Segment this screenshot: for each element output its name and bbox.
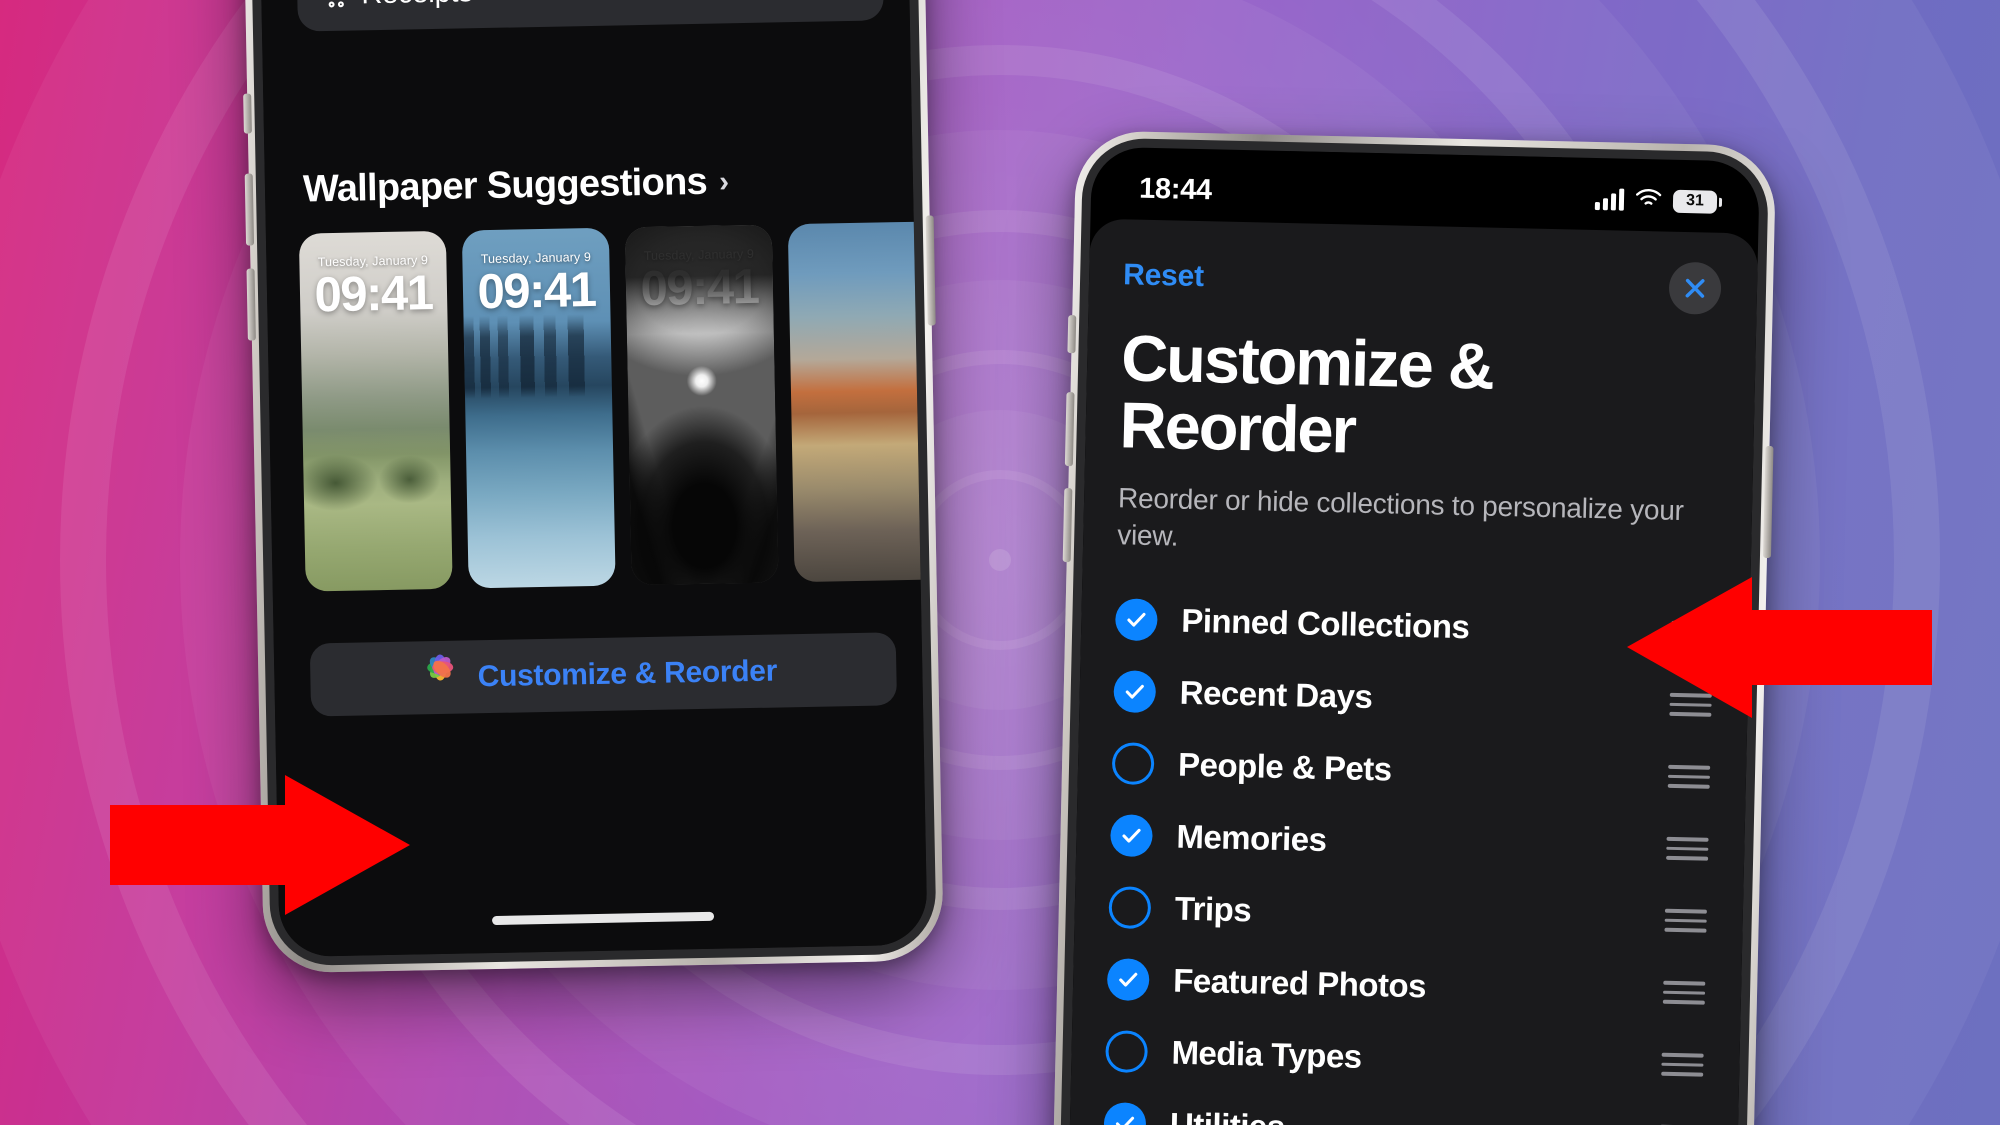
wallpaper-card[interactable]: Tuesday, January 9 09:41 (461, 227, 616, 589)
reset-button[interactable]: Reset (1123, 258, 1204, 294)
wallpaper-time: 09:41 (477, 262, 596, 320)
list-item-label: Utilities (1170, 1106, 1661, 1125)
mute-switch[interactable] (1067, 315, 1077, 354)
volume-down-button[interactable] (246, 268, 256, 341)
close-icon (1682, 275, 1709, 302)
list-item-label: Memories (1176, 818, 1327, 859)
customize-button-label: Customize & Reorder (477, 654, 778, 693)
wallpaper-suggestions-carousel[interactable]: Tuesday, January 9 09:41 Tuesday, Januar… (298, 221, 928, 592)
drag-handle-icon[interactable] (1664, 908, 1707, 933)
drag-handle-icon[interactable] (1661, 1052, 1704, 1077)
customize-and-reorder-button[interactable]: Customize & Reorder (309, 632, 898, 717)
wifi-icon (1635, 187, 1663, 213)
wallpaper-date: Tuesday, January 9 (480, 250, 592, 267)
wallpaper-suggestions-header[interactable]: Wallpaper Suggestions › (303, 160, 730, 211)
mute-switch[interactable] (243, 93, 252, 134)
checkbox-checked-icon[interactable] (1103, 1102, 1147, 1125)
checkbox-checked-icon[interactable] (1113, 670, 1157, 714)
home-indicator[interactable] (491, 911, 715, 926)
sheet-topbar: Reset (1089, 219, 1759, 316)
checkbox-checked-icon[interactable] (1106, 958, 1150, 1002)
list-item-label: Media Types (1171, 1033, 1363, 1076)
status-bar: 18:44 31 (1090, 147, 1759, 234)
wallpaper-card[interactable]: Tuesday, January 9 09:41 (298, 230, 453, 592)
checkbox-checked-icon[interactable] (1110, 814, 1153, 858)
list-item-label: Pinned Collections (1180, 602, 1470, 646)
wallpaper-card[interactable] (787, 221, 928, 583)
volume-up-button[interactable] (244, 173, 255, 246)
status-time: 18:44 (1138, 172, 1213, 206)
wallpaper-time: 09:41 (314, 266, 433, 323)
battery-percent: 31 (1685, 192, 1705, 210)
checkbox-unchecked-icon[interactable] (1111, 742, 1155, 786)
sheet-subtitle: Reorder or hide collections to personali… (1116, 482, 1685, 552)
wallpaper-date: Tuesday, January 9 (643, 246, 755, 263)
volume-down-button[interactable] (1062, 488, 1073, 563)
battery-indicator: 31 (1672, 189, 1718, 214)
drag-handle-icon[interactable] (1666, 836, 1709, 861)
annotation-arrow-left (110, 775, 410, 920)
chevron-right-icon: › (718, 164, 730, 199)
list-item-label: Recent Days (1179, 674, 1373, 716)
list-item-label: People & Pets (1177, 746, 1393, 788)
list-item-label: Trips (1174, 889, 1252, 929)
signal-bars-icon (1594, 188, 1625, 211)
list-item-label: Featured Photos (1172, 961, 1427, 1005)
wallpaper-time: 09:41 (640, 259, 759, 317)
albums-utilities-card: Hidden (292, 0, 884, 32)
album-label: Receipts (361, 0, 830, 11)
volume-up-button[interactable] (1064, 392, 1075, 467)
album-count: 12 (829, 0, 860, 1)
checkbox-checked-icon[interactable] (1114, 598, 1158, 642)
wallpaper-card[interactable]: Tuesday, January 9 09:41 (624, 224, 779, 586)
checkbox-unchecked-icon[interactable] (1105, 1030, 1149, 1074)
drag-handle-icon[interactable] (1662, 980, 1706, 1005)
wallpaper-date: Tuesday, January 9 (317, 253, 429, 270)
annotation-arrow-right (1627, 575, 1932, 725)
section-title: Wallpaper Suggestions (302, 160, 708, 211)
photos-flower-icon (426, 653, 464, 695)
drag-handle-icon[interactable] (1667, 764, 1711, 789)
checkbox-unchecked-icon[interactable] (1108, 886, 1152, 930)
cart-icon (319, 0, 362, 11)
sheet-title: Customize & Reorder (1118, 321, 1494, 467)
close-button[interactable] (1668, 261, 1722, 315)
album-row-receipts[interactable]: Receipts 12 (297, 0, 884, 32)
